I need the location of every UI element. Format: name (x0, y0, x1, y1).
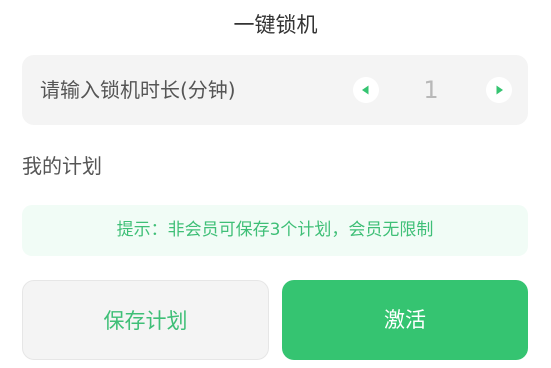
lock-dialog: 一键锁机 请输入锁机时长(分钟) 1 我的计划 提示：非会员可保存3个计划，会员… (0, 0, 551, 368)
save-plan-button[interactable]: 保存计划 (22, 280, 269, 360)
triangle-right-icon (496, 85, 503, 95)
dialog-title: 一键锁机 (233, 13, 318, 37)
tip-banner: 提示：非会员可保存3个计划，会员无限制 (22, 205, 528, 256)
duration-input-card[interactable]: 请输入锁机时长(分钟) 1 (22, 55, 528, 125)
decrement-button[interactable] (353, 77, 379, 103)
activate-button[interactable]: 激活 (282, 280, 528, 360)
duration-value: 1 (423, 76, 439, 104)
duration-input[interactable]: 请输入锁机时长(分钟) (40, 75, 236, 105)
triangle-left-icon (362, 85, 369, 95)
increment-button[interactable] (486, 77, 512, 103)
my-plans-heading: 我的计划 (22, 154, 102, 178)
tip-text: 提示：非会员可保存3个计划，会员无限制 (116, 220, 434, 240)
